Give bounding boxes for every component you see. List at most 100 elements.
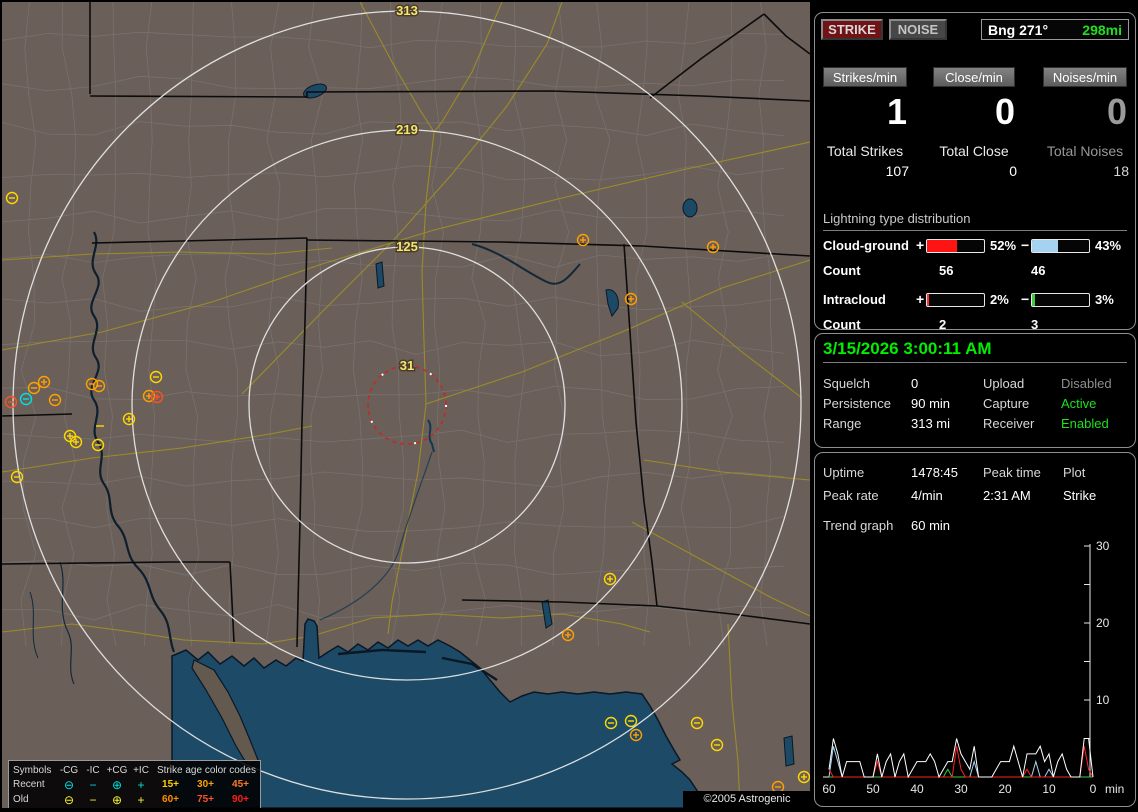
trend-series-negative_cg xyxy=(828,746,1093,778)
y-tick-label: 30 xyxy=(1096,539,1110,553)
x-tick-label: 20 xyxy=(998,782,1012,796)
trend-series-positive_cg xyxy=(828,746,1094,778)
x-tick-label: 60 xyxy=(822,782,836,796)
age-code-75: 75+ xyxy=(197,794,214,805)
bearing-distance: 298mi xyxy=(1082,21,1122,38)
x-axis-unit: min xyxy=(1105,782,1124,796)
close-per-min-chip: Close/min xyxy=(933,67,1015,87)
cg-pos-count: 56 xyxy=(939,263,954,278)
trend-graph-label: Trend graph xyxy=(823,518,894,533)
intracloud-label: Intracloud xyxy=(823,292,886,307)
stats-panel: STRIKE NOISE Bng 271° 298mi Strikes/min … xyxy=(814,12,1136,332)
plus-sign: + xyxy=(916,237,925,253)
legend-header-symbols: Symbols xyxy=(13,764,52,776)
bearing-indicator: Bng 271° 298mi xyxy=(981,19,1129,40)
minus-icon: − xyxy=(89,777,97,792)
ic-count-label: Count xyxy=(823,317,861,332)
receiver-status: Enabled xyxy=(1061,416,1109,431)
status-panel: 3/15/2026 3:00:11 AM Squelch 0 Upload Di… xyxy=(814,333,1136,448)
receiver-label: Receiver xyxy=(983,416,1035,431)
datetime-display: 3/15/2026 3:00:11 AM xyxy=(823,339,992,358)
age-code-60: 60+ xyxy=(162,794,179,805)
circle-minus-icon: ⊖ xyxy=(63,777,75,792)
minus-sign: − xyxy=(1021,291,1030,307)
range-ring-label: 313 xyxy=(396,3,418,18)
strikes-per-min-value: 1 xyxy=(886,91,907,132)
age-code-30: 30+ xyxy=(197,779,214,790)
ic-neg-count: 3 xyxy=(1031,317,1039,332)
squelch-value: 0 xyxy=(911,376,919,391)
x-tick-label: 10 xyxy=(1042,782,1056,796)
distribution-title: Lightning type distribution xyxy=(823,211,971,226)
x-tick-label: 0 xyxy=(1090,782,1097,796)
close-per-min-value: 0 xyxy=(994,91,1015,132)
cg-count-label: Count xyxy=(823,263,861,278)
capture-label: Capture xyxy=(983,396,1030,411)
total-strikes-value: 107 xyxy=(885,163,909,179)
peak-time-label: Peak time xyxy=(983,465,1041,480)
strike-mode-button[interactable]: STRIKE xyxy=(821,19,883,40)
neg-cg-percent: 43% xyxy=(1095,238,1122,253)
plot-label: Plot xyxy=(1063,465,1086,480)
y-tick-label: 20 xyxy=(1096,616,1110,630)
total-noises-label: Total Noises xyxy=(1046,143,1124,159)
legend-row-label: Old xyxy=(13,794,29,805)
persistence-label: Persistence xyxy=(823,396,891,411)
minus-icon: − xyxy=(89,792,97,807)
range-ring-label: 125 xyxy=(396,239,418,254)
plus-sign: + xyxy=(916,291,925,307)
pos-ic-bar xyxy=(926,293,985,307)
legend-header-pos-ic: +IC xyxy=(133,764,149,776)
control-panel: STRIKE NOISE Bng 271° 298mi Strikes/min … xyxy=(812,0,1138,812)
total-close-label: Total Close xyxy=(939,143,1009,159)
divider xyxy=(823,230,1127,231)
pos-cg-bar xyxy=(926,239,985,253)
app-window: 31 125 219 313 Symbols -CG -IC +CG +IC Stri… xyxy=(0,0,1138,812)
lightning-map[interactable]: 31 125 219 313 Symbols -CG -IC +CG +IC Stri… xyxy=(2,2,810,808)
x-tick-label: 40 xyxy=(910,782,924,796)
circle-plus-icon: ⊕ xyxy=(111,792,123,807)
uptime-label: Uptime xyxy=(823,465,865,480)
pos-cg-percent: 52% xyxy=(990,238,1017,253)
noise-mode-button[interactable]: NOISE xyxy=(889,19,947,40)
plus-icon: + xyxy=(137,792,145,807)
pos-ic-percent: 2% xyxy=(990,292,1009,307)
uptime-value: 1478:45 xyxy=(911,465,958,480)
legend-age-title: Strike age color codes xyxy=(157,764,256,776)
plus-icon: + xyxy=(137,777,145,792)
neg-ic-percent: 3% xyxy=(1095,292,1114,307)
neg-cg-bar xyxy=(1031,239,1090,253)
range-label: Range xyxy=(823,416,862,431)
x-tick-label: 50 xyxy=(866,782,880,796)
divider xyxy=(823,362,1127,363)
peak-rate-label: Peak rate xyxy=(823,488,879,503)
total-noises-value: 18 xyxy=(1113,163,1129,179)
range-ring-label: 31 xyxy=(400,358,414,373)
age-code-90: 90+ xyxy=(232,794,249,805)
legend-header-neg-ic: -IC xyxy=(86,764,100,776)
copyright-notice: ©2005 Astrogenic Systems xyxy=(683,791,810,808)
circle-plus-icon: ⊕ xyxy=(111,777,123,792)
upload-label: Upload xyxy=(983,376,1025,391)
x-tick-label: 30 xyxy=(954,782,968,796)
age-code-15: 15+ xyxy=(162,779,179,790)
uptime-panel: Uptime 1478:45 Peak time Plot Peak rate … xyxy=(814,452,1136,807)
squelch-label: Squelch xyxy=(823,376,870,391)
range-value: 313 mi xyxy=(911,416,951,431)
noises-per-min-value: 0 xyxy=(1106,91,1127,132)
map-canvas: 31 125 219 313 xyxy=(2,2,810,808)
trend-chart: 10 20 30 60 50 40 30 20 10 0 min xyxy=(822,539,1124,796)
bearing-value: Bng 271° xyxy=(988,21,1049,38)
legend-row-label: Recent xyxy=(13,779,45,790)
cloud-ground-label: Cloud-ground xyxy=(823,238,909,253)
circle-minus-icon: ⊖ xyxy=(63,792,75,807)
legend-header-neg-cg: -CG xyxy=(59,764,79,776)
upload-status: Disabled xyxy=(1061,376,1112,391)
peak-time-value: 2:31 AM xyxy=(983,488,1031,503)
trend-graph-value: 60 min xyxy=(911,518,951,533)
ic-pos-count: 2 xyxy=(939,317,947,332)
cg-neg-count: 46 xyxy=(1031,263,1046,278)
plot-value: Strike xyxy=(1063,488,1097,503)
total-close-value: 0 xyxy=(1009,163,1017,179)
minus-sign: − xyxy=(1021,237,1030,253)
